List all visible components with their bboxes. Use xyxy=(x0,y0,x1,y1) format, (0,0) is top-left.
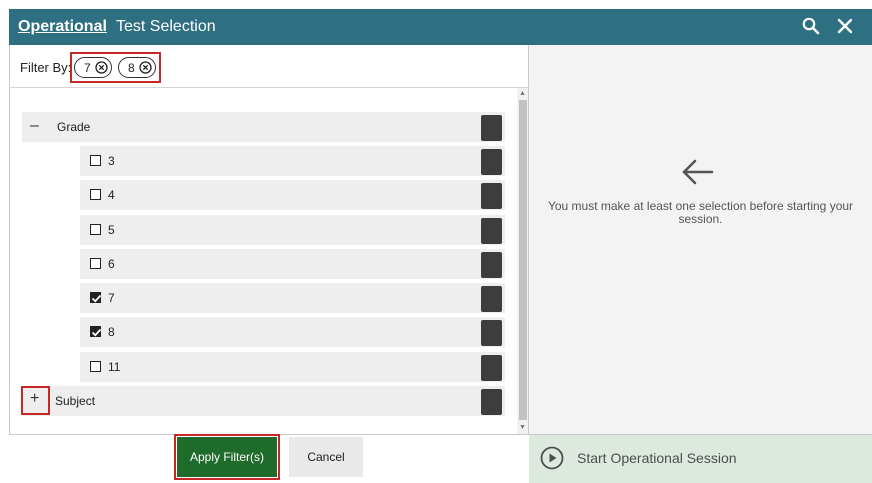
start-session-button[interactable]: Start Operational Session xyxy=(577,450,737,466)
tree-item-grade-11[interactable]: 11 xyxy=(80,352,505,382)
checkbox[interactable] xyxy=(90,155,101,166)
scrollbar-thumb[interactable] xyxy=(519,100,527,420)
cancel-button[interactable]: Cancel xyxy=(289,437,363,477)
checkmark-icon xyxy=(91,328,102,337)
apply-filters-button[interactable]: Apply Filter(s) xyxy=(177,437,277,477)
checkmark-icon xyxy=(91,294,102,303)
title-text: Test Selection xyxy=(116,18,216,35)
filter-chip-label: 8 xyxy=(128,61,135,75)
tree-item-label: 3 xyxy=(108,154,115,168)
tree-item-label: 6 xyxy=(108,257,115,271)
remove-chip-icon[interactable] xyxy=(95,61,108,74)
drag-handle[interactable] xyxy=(481,115,502,141)
expand-toggle[interactable]: + xyxy=(30,390,39,408)
close-icon[interactable] xyxy=(835,16,855,36)
filter-chip-8[interactable]: 8 xyxy=(118,57,156,78)
filter-chip-label: 7 xyxy=(84,61,91,75)
tree-item-grade-5[interactable]: 5 xyxy=(80,215,505,245)
scroll-up-icon[interactable]: ▲ xyxy=(519,90,526,97)
checkbox[interactable] xyxy=(90,189,101,200)
drag-handle[interactable] xyxy=(481,355,502,381)
drag-handle[interactable] xyxy=(481,286,502,312)
drag-handle[interactable] xyxy=(481,183,502,209)
tree-group-subject[interactable]: Subject xyxy=(22,386,505,416)
filter-by-label: Filter By: xyxy=(20,60,72,75)
drag-handle[interactable] xyxy=(481,389,502,415)
tree-item-grade-4[interactable]: 4 xyxy=(80,180,505,210)
arrow-left-icon xyxy=(682,159,714,185)
tree-group-label: Subject xyxy=(55,394,96,408)
play-icon[interactable] xyxy=(540,446,564,470)
collapse-toggle[interactable]: – xyxy=(30,117,39,135)
drag-handle[interactable] xyxy=(481,149,502,175)
tree-item-label: 7 xyxy=(108,291,115,305)
tree-group-label: Grade xyxy=(57,120,91,134)
tree-item-label: 4 xyxy=(108,188,115,202)
tree-item-label: 5 xyxy=(108,223,115,237)
title-operational-link[interactable]: Operational xyxy=(18,18,107,36)
search-icon[interactable] xyxy=(801,16,821,36)
scroll-down-icon[interactable]: ▼ xyxy=(519,424,526,431)
tree-item-label: 11 xyxy=(108,360,121,374)
tree-group-grade[interactable]: – Grade xyxy=(22,112,505,142)
filter-chip-7[interactable]: 7 xyxy=(74,57,112,78)
checkbox[interactable] xyxy=(90,361,101,372)
selection-required-message: You must make at least one selection bef… xyxy=(547,199,854,226)
drag-handle[interactable] xyxy=(481,320,502,346)
checkbox-checked[interactable] xyxy=(90,326,102,337)
tree-item-grade-6[interactable]: 6 xyxy=(80,249,505,279)
remove-chip-icon[interactable] xyxy=(139,61,152,74)
checkbox[interactable] xyxy=(90,258,101,269)
tree-item-grade-3[interactable]: 3 xyxy=(80,146,505,176)
session-panel xyxy=(529,45,872,434)
drag-handle[interactable] xyxy=(481,218,502,244)
drag-handle[interactable] xyxy=(481,252,502,278)
checkbox-checked[interactable] xyxy=(90,292,102,303)
tree-item-label: 8 xyxy=(108,325,115,339)
checkbox[interactable] xyxy=(90,224,101,235)
tree-item-grade-8[interactable]: 8 xyxy=(80,317,505,347)
tree-item-grade-7[interactable]: 7 xyxy=(80,283,505,313)
